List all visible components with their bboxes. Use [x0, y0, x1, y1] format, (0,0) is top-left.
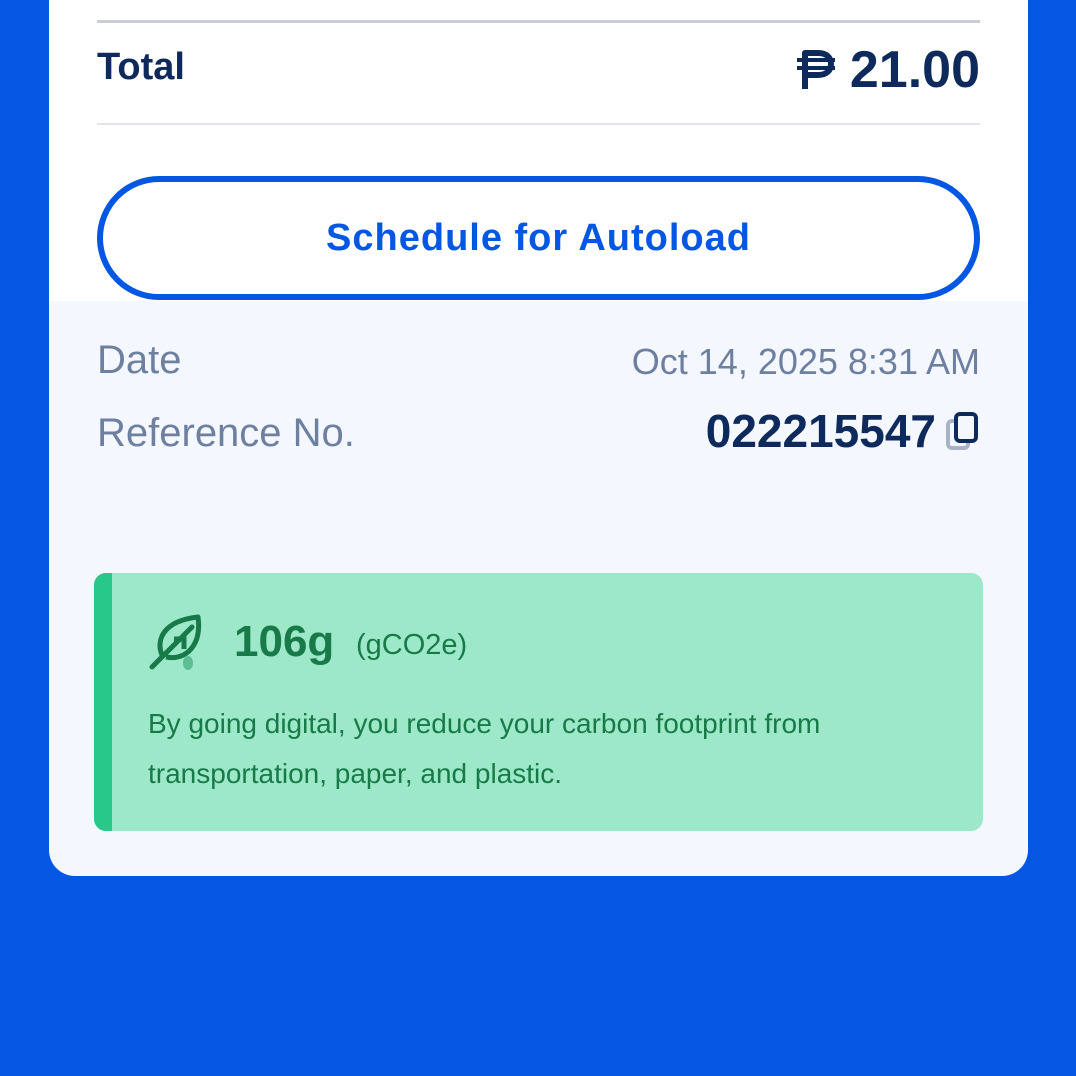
carbon-amount: 106g: [234, 617, 335, 666]
date-value: Oct 14, 2025 8:31 AM: [631, 341, 980, 382]
schedule-autoload-button[interactable]: Schedule for Autoload: [97, 176, 980, 300]
carbon-message: By going digital, you reduce your carbon…: [148, 708, 821, 789]
divider: [97, 20, 980, 23]
receipt-card: Total 21.00 Schedule for Autoload Date O…: [49, 0, 1028, 876]
copy-icon[interactable]: [946, 411, 980, 451]
reference-row: 022215547: [706, 404, 980, 458]
date-label: Date: [97, 338, 182, 382]
total-amount: 21.00: [796, 40, 980, 100]
total-value: 21.00: [849, 41, 980, 99]
carbon-unit: (gCO2e): [356, 629, 468, 661]
peso-sign-icon: [796, 50, 835, 89]
banner-accent-bar: [94, 573, 112, 831]
leaf-icon: [149, 614, 202, 670]
reference-label: Reference No.: [97, 411, 355, 455]
carbon-footprint-banner: 106g (gCO2e) By going digital, you reduc…: [94, 573, 983, 831]
divider: [97, 123, 980, 125]
receipt-summary-section: Total 21.00 Schedule for Autoload: [49, 0, 1028, 301]
total-label: Total: [97, 46, 185, 88]
reference-value: 022215547: [705, 405, 936, 457]
